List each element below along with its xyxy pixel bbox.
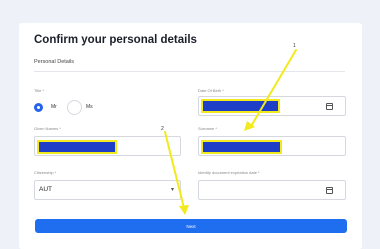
annotation-arrow-2 bbox=[164, 131, 185, 209]
annotation-arrow-1 bbox=[249, 49, 297, 129]
annotation-marker-1: 1 bbox=[293, 43, 296, 49]
arrowhead-2 bbox=[179, 205, 189, 215]
annotation-overlay: 1 2 bbox=[161, 43, 297, 215]
annotation-marker-2: 2 bbox=[161, 126, 164, 132]
